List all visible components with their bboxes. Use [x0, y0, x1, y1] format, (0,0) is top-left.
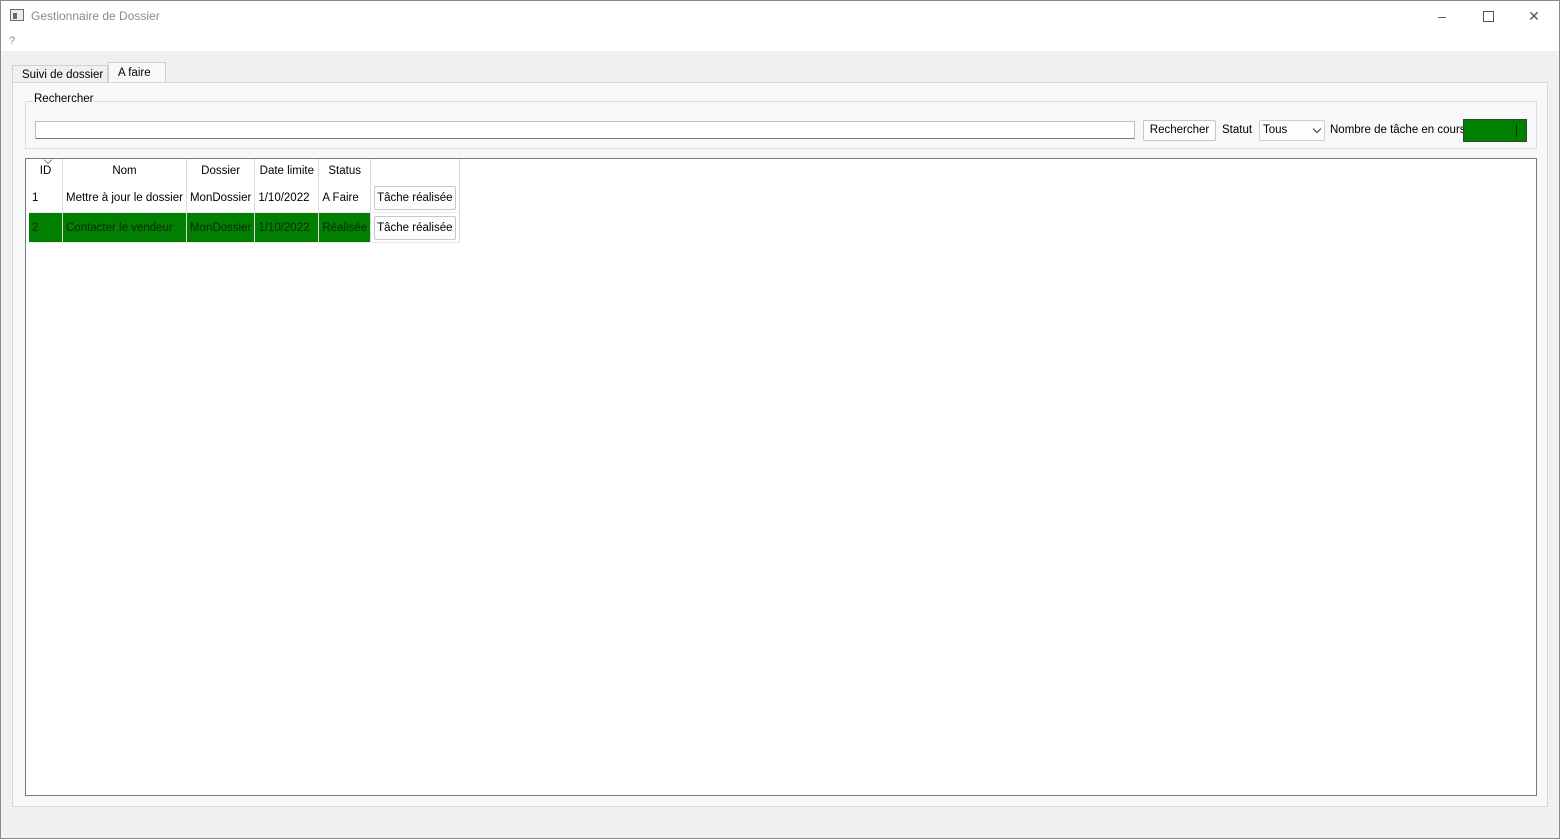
cell-nom[interactable]: Mettre à jour le dossier: [62, 183, 187, 213]
minimize-icon: –: [1438, 8, 1446, 24]
column-header-date-limite[interactable]: Date limite: [254, 159, 320, 183]
cell-dossier[interactable]: MonDossier: [186, 183, 256, 213]
search-input[interactable]: [35, 121, 1135, 139]
task-done-button[interactable]: Tâche réalisée: [374, 215, 456, 240]
cell-id[interactable]: 1: [29, 183, 63, 213]
close-button[interactable]: ✕: [1511, 1, 1557, 31]
table-header-row: ID Nom Dossier Date limite Status: [29, 155, 460, 183]
task-count-field[interactable]: [1463, 119, 1527, 142]
maximize-icon: [1482, 10, 1494, 22]
text-cursor: [1516, 124, 1517, 137]
search-group: Rechercher Rechercher Statut Tous Nombre…: [25, 93, 1537, 149]
title-bar: Gestionnaire de Dossier – ✕: [1, 1, 1559, 31]
maximize-button[interactable]: [1465, 1, 1511, 31]
cell-nom[interactable]: Contacter le vendeur: [62, 212, 187, 243]
chevron-down-icon: [1312, 124, 1322, 134]
status-select[interactable]: Tous: [1259, 120, 1325, 141]
app-window: Gestionnaire de Dossier – ✕ ? Suivi de d…: [0, 0, 1560, 839]
column-header-nom[interactable]: Nom: [62, 159, 187, 183]
search-group-title: Rechercher: [33, 93, 95, 105]
status-select-value: Tous: [1263, 124, 1288, 136]
sort-indicator-icon: [43, 155, 53, 165]
task-table: ID Nom Dossier Date limite Status 1 Mett…: [25, 155, 1537, 796]
cell-status[interactable]: Réalisée: [318, 212, 372, 243]
task-count-label: Nombre de tâche en cours: [1330, 124, 1466, 136]
tab-panel: Rechercher Rechercher Statut Tous Nombre…: [12, 82, 1548, 807]
menu-bar: ?: [1, 31, 1559, 51]
app-icon: [10, 9, 24, 21]
close-icon: ✕: [1528, 7, 1540, 24]
column-header-status[interactable]: Status: [318, 159, 372, 183]
window-title: Gestionnaire de Dossier: [31, 9, 160, 23]
help-menu[interactable]: ?: [9, 35, 15, 47]
column-header-action[interactable]: [370, 159, 460, 183]
cell-status[interactable]: A Faire: [318, 183, 372, 213]
table-row[interactable]: 1 Mettre à jour le dossier MonDossier 1/…: [29, 183, 460, 213]
table-row[interactable]: 2 Contacter le vendeur MonDossier 1/10/2…: [29, 212, 460, 243]
column-header-dossier[interactable]: Dossier: [186, 159, 256, 183]
cell-action: Tâche réalisée: [370, 183, 460, 213]
tab-a-faire[interactable]: A faire: [108, 62, 166, 84]
search-button[interactable]: Rechercher: [1143, 120, 1216, 141]
cell-date-limite[interactable]: 1/10/2022: [254, 183, 320, 213]
minimize-button[interactable]: –: [1419, 1, 1465, 31]
cell-id[interactable]: 2: [29, 212, 63, 243]
cell-date-limite[interactable]: 1/10/2022: [254, 212, 320, 243]
status-label: Statut: [1222, 124, 1253, 136]
column-header-id[interactable]: ID: [29, 155, 63, 183]
task-done-button[interactable]: Tâche réalisée: [374, 185, 456, 210]
cell-dossier[interactable]: MonDossier: [186, 212, 256, 243]
cell-action: Tâche réalisée: [370, 212, 460, 243]
